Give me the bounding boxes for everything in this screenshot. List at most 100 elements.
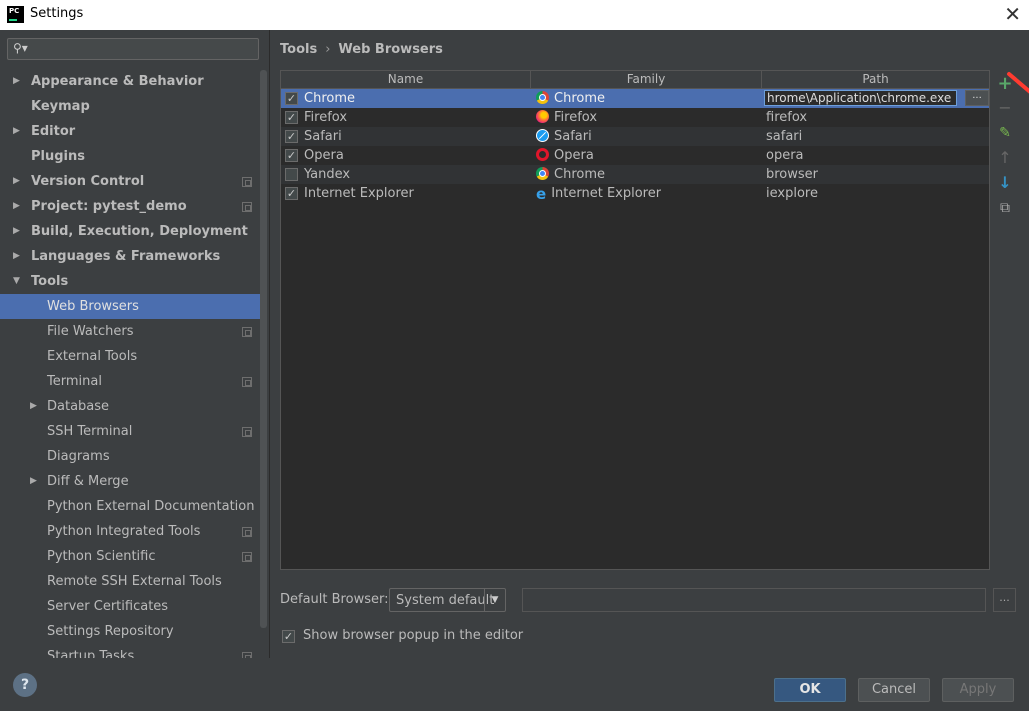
sidebar-item-plugins[interactable]: Plugins: [0, 144, 260, 169]
sidebar-item-server-certificates[interactable]: Server Certificates: [0, 594, 260, 619]
chevron-right-icon[interactable]: ▶: [13, 119, 20, 144]
column-header-path[interactable]: Path: [762, 71, 989, 88]
project-settings-icon: [242, 327, 252, 337]
column-header-family[interactable]: Family: [531, 71, 762, 88]
sidebar-item-editor[interactable]: ▶ Editor: [0, 119, 260, 144]
row-family[interactable]: Firefox: [536, 108, 597, 127]
sidebar-item-build[interactable]: ▶ Build, Execution, Deployment: [0, 219, 260, 244]
breadcrumb-parent[interactable]: Tools: [280, 42, 317, 57]
chrome-icon: [536, 91, 549, 104]
chevron-right-icon[interactable]: ▶: [13, 244, 20, 269]
row-path[interactable]: iexplore: [766, 184, 818, 203]
sidebar-item-settings-repository[interactable]: Settings Repository: [0, 619, 260, 644]
chevron-right-icon[interactable]: ▶: [13, 69, 20, 94]
default-browser-select[interactable]: System default ▼: [389, 588, 506, 612]
chevron-right-icon[interactable]: ▶: [13, 194, 20, 219]
table-row[interactable]: Yandex Chrome browser: [281, 165, 989, 184]
table-row[interactable]: ✓ Internet Explorer e Internet Explorer i…: [281, 184, 989, 203]
table-row[interactable]: ✓ Safari Safari safari: [281, 127, 989, 146]
row-family-label: Safari: [554, 129, 592, 144]
chevron-down-icon[interactable]: ▼: [484, 589, 505, 611]
row-name: Yandex: [304, 167, 351, 182]
sidebar-item-label: Settings Repository: [47, 624, 174, 639]
sidebar-item-project[interactable]: ▶ Project: pytest_demo: [0, 194, 260, 219]
search-icon: ⚲▾: [13, 41, 28, 55]
table-row[interactable]: ✓ Firefox Firefox firefox: [281, 108, 989, 127]
chevron-down-icon[interactable]: ▼: [13, 269, 20, 294]
sidebar-item-python-scientific[interactable]: Python Scientific: [0, 544, 260, 569]
sidebar-item-tools[interactable]: ▼ Tools: [0, 269, 260, 294]
popup-checkbox[interactable]: ✓: [282, 630, 295, 643]
help-icon[interactable]: ?: [13, 673, 37, 697]
project-settings-icon: [242, 552, 252, 562]
cancel-button[interactable]: Cancel: [858, 678, 930, 702]
chevron-right-icon[interactable]: ▶: [30, 469, 37, 494]
sidebar-item-terminal[interactable]: Terminal: [0, 369, 260, 394]
path-browse-button[interactable]: ...: [965, 90, 989, 106]
sidebar-scrollbar[interactable]: [260, 70, 267, 628]
sidebar-item-database[interactable]: ▶ Database: [0, 394, 260, 419]
row-checkbox[interactable]: ✓: [285, 187, 298, 200]
sidebar-item-label: Diagrams: [47, 449, 110, 464]
default-browser-browse-button[interactable]: ...: [993, 588, 1016, 612]
chevron-right-icon[interactable]: ▶: [13, 219, 20, 244]
row-path[interactable]: firefox: [766, 108, 807, 127]
sidebar-item-diagrams[interactable]: Diagrams: [0, 444, 260, 469]
sidebar-item-label: Startup Tasks: [47, 649, 135, 658]
sidebar-item-label: Diff & Merge: [47, 474, 129, 489]
sidebar-item-languages[interactable]: ▶ Languages & Frameworks: [0, 244, 260, 269]
row-family[interactable]: Chrome: [536, 165, 605, 184]
web-browsers-table: Name Family Path ✓ Chrome Chrome hrome\A…: [280, 70, 990, 570]
sidebar-item-external-tools[interactable]: External Tools: [0, 344, 260, 369]
row-family[interactable]: Safari: [536, 127, 592, 146]
row-family[interactable]: Chrome: [536, 89, 605, 108]
default-browser-path-field[interactable]: [522, 588, 986, 612]
copy-icon[interactable]: ⧉: [995, 198, 1015, 218]
sidebar-item-appearance[interactable]: ▶ Appearance & Behavior: [0, 69, 260, 94]
row-checkbox[interactable]: [285, 168, 298, 181]
sidebar-item-diff-merge[interactable]: ▶ Diff & Merge: [0, 469, 260, 494]
sidebar-item-remote-ssh-tools[interactable]: Remote SSH External Tools: [0, 569, 260, 594]
apply-button[interactable]: Apply: [942, 678, 1014, 702]
close-icon[interactable]: ✕: [1004, 2, 1021, 26]
sidebar-item-label: Database: [47, 399, 110, 414]
chevron-right-icon[interactable]: ▶: [13, 169, 20, 194]
sidebar-item-web-browsers[interactable]: Web Browsers: [0, 294, 260, 319]
ok-button[interactable]: OK: [774, 678, 846, 702]
chevron-right-icon[interactable]: ▶: [30, 394, 37, 419]
row-path[interactable]: safari: [766, 127, 802, 146]
sidebar-item-python-external-docs[interactable]: Python External Documentation: [0, 494, 260, 519]
row-checkbox[interactable]: ✓: [285, 111, 298, 124]
column-header-name[interactable]: Name: [281, 71, 531, 88]
chrome-icon: [536, 167, 549, 180]
sidebar-item-python-integrated-tools[interactable]: Python Integrated Tools: [0, 519, 260, 544]
row-family[interactable]: e Internet Explorer: [536, 184, 661, 203]
table-header: Name Family Path: [281, 71, 989, 89]
row-checkbox[interactable]: ✓: [285, 130, 298, 143]
row-family-label: Internet Explorer: [551, 186, 662, 201]
default-browser-label: Default Browser:: [280, 592, 389, 607]
path-edit-field[interactable]: hrome\Application\chrome.exe: [764, 90, 957, 106]
row-family-label: Firefox: [554, 110, 598, 125]
search-input[interactable]: [32, 41, 256, 59]
settings-search[interactable]: ⚲▾: [7, 38, 259, 60]
sidebar-item-version-control[interactable]: ▶ Version Control: [0, 169, 260, 194]
ie-icon: e: [536, 185, 547, 203]
sidebar-item-file-watchers[interactable]: File Watchers: [0, 319, 260, 344]
breadcrumb: Tools › Web Browsers: [280, 42, 443, 57]
sidebar-item-keymap[interactable]: Keymap: [0, 94, 260, 119]
row-family[interactable]: Opera: [536, 146, 594, 165]
row-path[interactable]: browser: [766, 165, 818, 184]
move-up-icon[interactable]: ↑: [995, 148, 1015, 168]
move-down-icon[interactable]: ↓: [995, 173, 1015, 193]
row-checkbox[interactable]: ✓: [285, 92, 298, 105]
row-name: Chrome: [304, 91, 355, 106]
sidebar-item-ssh-terminal[interactable]: SSH Terminal: [0, 419, 260, 444]
table-row[interactable]: ✓ Opera Opera opera: [281, 146, 989, 165]
row-path[interactable]: opera: [766, 146, 804, 165]
sidebar-item-startup-tasks[interactable]: Startup Tasks: [0, 644, 260, 658]
table-row[interactable]: ✓ Chrome Chrome hrome\Application\chrome…: [281, 89, 989, 108]
popup-checkbox-label[interactable]: Show browser popup in the editor: [303, 628, 523, 643]
row-checkbox[interactable]: ✓: [285, 149, 298, 162]
row-name: Safari: [304, 129, 342, 144]
